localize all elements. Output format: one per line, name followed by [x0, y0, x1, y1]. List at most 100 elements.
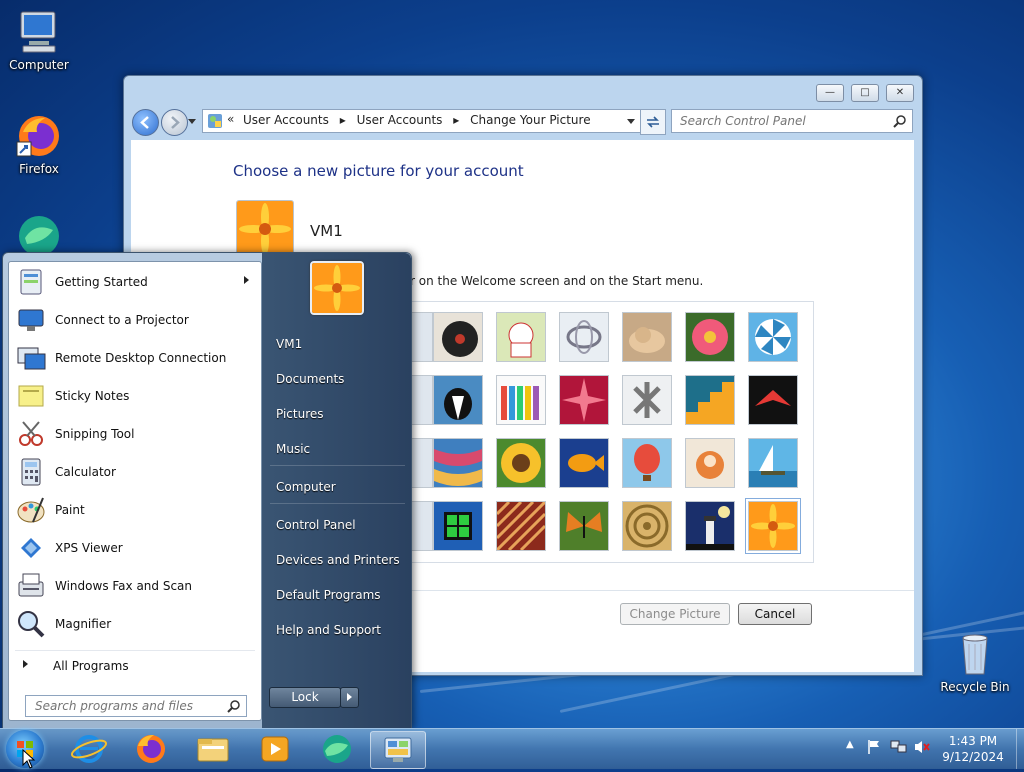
start-link-control-panel[interactable]: Control Panel [276, 518, 356, 532]
browser-icon [323, 735, 351, 763]
breadcrumb-item[interactable]: Change Your Picture [470, 113, 590, 127]
account-picture-pink-flower[interactable] [685, 312, 735, 362]
account-picture-record-player[interactable] [433, 312, 483, 362]
change-picture-button[interactable]: Change Picture [620, 603, 730, 625]
account-picture-dog[interactable] [433, 375, 483, 425]
taskbar-internet-explorer[interactable] [62, 731, 116, 767]
show-desktop-button[interactable] [1016, 729, 1024, 769]
start-program-magnifier[interactable]: Magnifier [15, 606, 255, 642]
maximize-button[interactable]: □ [851, 84, 879, 102]
history-dropdown-icon[interactable] [188, 119, 196, 124]
minimize-button[interactable]: — [816, 84, 844, 102]
overflow-chevron-icon[interactable]: « [227, 112, 234, 126]
start-menu[interactable]: Getting Started Connect to a Projector Rem… [2, 252, 412, 729]
start-menu-places-pane: VM1 Documents Pictures Music Computer Co… [262, 253, 411, 728]
chevron-right-icon [347, 693, 352, 701]
account-picture-hot-air-balloon[interactable] [622, 438, 672, 488]
desktop-icon-computer[interactable]: Computer [2, 8, 76, 72]
account-picture-starburst[interactable] [559, 375, 609, 425]
firefox-icon [137, 735, 165, 763]
start-program-projector[interactable]: Connect to a Projector [15, 302, 255, 338]
breadcrumb-item[interactable]: User Accounts [243, 113, 329, 127]
start-program-label: Sticky Notes [55, 389, 130, 403]
account-picture-pinwheel[interactable] [748, 312, 798, 362]
system-clock[interactable]: 1:43 PM 9/12/2024 [930, 733, 1016, 765]
start-program-label: XPS Viewer [55, 541, 123, 555]
start-link-documents[interactable]: Documents [276, 372, 344, 386]
start-link-default-programs[interactable]: Default Programs [276, 588, 381, 602]
start-link-music[interactable]: Music [276, 442, 310, 456]
user-avatar[interactable] [310, 261, 364, 315]
start-program-sticky-notes[interactable]: Sticky Notes [15, 378, 255, 414]
desktop-icon-recycle-bin[interactable]: Recycle Bin [938, 630, 1012, 694]
desktop-icon-firefox[interactable]: Firefox [2, 112, 76, 176]
start-program-getting-started[interactable]: Getting Started [15, 264, 255, 300]
network-icon[interactable] [890, 739, 908, 758]
account-picture-kitten[interactable] [622, 312, 672, 362]
account-picture-butterfly[interactable] [559, 501, 609, 551]
account-picture-stairs[interactable] [685, 375, 735, 425]
account-picture-paper-crane[interactable] [748, 375, 798, 425]
desktop-icon-label: Firefox [19, 162, 59, 176]
account-picture-window-frame[interactable] [433, 501, 483, 551]
breadcrumb-separator-icon[interactable]: ▸ [453, 113, 459, 127]
account-picture-fabric[interactable] [433, 438, 483, 488]
breadcrumb-separator-icon[interactable]: ▸ [340, 113, 346, 127]
submenu-arrow-icon [244, 276, 249, 284]
start-link-devices-printers[interactable]: Devices and Printers [276, 553, 400, 567]
account-picture-sunflower[interactable] [496, 438, 546, 488]
taskbar-control-panel[interactable] [370, 731, 426, 769]
address-dropdown-icon[interactable] [627, 119, 635, 124]
search-icon[interactable] [893, 114, 907, 131]
sticky-notes-icon [15, 380, 47, 412]
search-icon[interactable] [227, 699, 241, 716]
breadcrumb-item[interactable]: User Accounts [357, 113, 443, 127]
start-link-pictures[interactable]: Pictures [276, 407, 324, 421]
forward-button[interactable] [161, 109, 188, 136]
close-button[interactable]: ✕ [886, 84, 914, 102]
divider [270, 465, 405, 466]
back-button[interactable] [132, 109, 159, 136]
start-program-paint[interactable]: Paint [15, 492, 255, 528]
account-picture-lighthouse[interactable] [685, 501, 735, 551]
action-center-flag-icon[interactable] [866, 739, 882, 758]
account-picture-pattern[interactable] [496, 501, 546, 551]
desktop-icon-label: Computer [9, 58, 69, 72]
start-program-label: Remote Desktop Connection [55, 351, 227, 365]
all-programs-button[interactable]: All Programs [15, 650, 255, 675]
account-picture-basket[interactable] [622, 501, 672, 551]
start-program-fax-scan[interactable]: Windows Fax and Scan [15, 568, 255, 604]
taskbar-firefox[interactable] [124, 731, 178, 767]
taskbar-file-explorer[interactable] [186, 731, 240, 767]
shutdown-options-button[interactable] [340, 687, 359, 708]
account-picture-fish[interactable] [559, 438, 609, 488]
start-program-xps-viewer[interactable]: XPS Viewer [15, 530, 255, 566]
account-picture-crayons[interactable] [496, 375, 546, 425]
account-picture-lucky-cat[interactable] [496, 312, 546, 362]
show-hidden-icons-icon[interactable]: ▲ [846, 739, 854, 750]
cancel-button[interactable]: Cancel [738, 603, 812, 625]
address-bar[interactable]: « User Accounts ▸ User Accounts ▸ Change… [202, 109, 662, 133]
account-picture-jacks[interactable] [622, 375, 672, 425]
account-picture-sailboat[interactable] [748, 438, 798, 488]
account-picture-orange-flower[interactable] [745, 498, 801, 554]
control-panel-search[interactable] [671, 109, 913, 133]
start-link-computer[interactable]: Computer [276, 480, 336, 494]
refresh-icon [647, 116, 659, 128]
taskbar-media-player[interactable] [248, 731, 302, 767]
start-program-remote-desktop[interactable]: Remote Desktop Connection [15, 340, 255, 376]
start-program-calculator[interactable]: Calculator [15, 454, 255, 490]
account-picture-doll[interactable] [685, 438, 735, 488]
account-picture-gyroscope[interactable] [559, 312, 609, 362]
all-programs-label: All Programs [53, 659, 129, 673]
start-link-user[interactable]: VM1 [276, 337, 302, 351]
taskbar-browser[interactable] [310, 731, 364, 767]
start-link-help-support[interactable]: Help and Support [276, 623, 381, 637]
refresh-button[interactable] [640, 109, 666, 135]
start-search-box[interactable] [25, 695, 247, 717]
search-input[interactable] [678, 113, 892, 129]
mouse-cursor-icon [22, 748, 36, 772]
start-search-input[interactable] [33, 698, 227, 714]
lock-button[interactable]: Lock [269, 687, 341, 708]
start-program-snipping-tool[interactable]: Snipping Tool [15, 416, 255, 452]
